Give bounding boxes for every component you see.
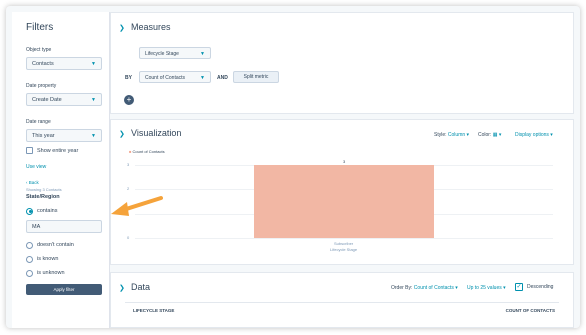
radio-label: doesn't contain bbox=[37, 242, 74, 248]
date-range-select[interactable]: This year ▼ bbox=[26, 129, 102, 142]
radio-label: contains bbox=[37, 208, 58, 214]
add-measure-button[interactable]: + bbox=[124, 95, 134, 105]
collapse-chevron-icon[interactable]: ❯ bbox=[119, 24, 125, 32]
radio-contains[interactable]: contains bbox=[26, 206, 109, 216]
apply-filter-button[interactable]: Apply filter bbox=[26, 284, 102, 295]
order-by-label: Order By: bbox=[391, 285, 413, 291]
dimension-value: Lifecycle Stage bbox=[145, 51, 179, 57]
y-tick-label: 0 bbox=[127, 235, 130, 240]
dimension-select[interactable]: Lifecycle Stage ▼ bbox=[139, 47, 211, 59]
app-window: Filters Object type Contacts ▼ Date prop… bbox=[6, 6, 580, 328]
date-property-value: Create Date bbox=[32, 97, 62, 103]
x-tick-label: Subscriber bbox=[334, 241, 354, 246]
data-card: ❯ Data Order By: Count of Contacts ▾ Up … bbox=[110, 272, 574, 328]
chevron-down-icon: ▼ bbox=[91, 97, 96, 103]
chevron-down-icon: ▼ bbox=[200, 75, 205, 81]
radio-label: is known bbox=[37, 256, 59, 262]
radio-label: is unknown bbox=[37, 270, 65, 276]
filters-sidebar: Filters Object type Contacts ▼ Date prop… bbox=[12, 12, 110, 328]
limit-value: Up to 25 values bbox=[467, 285, 502, 291]
metric-select[interactable]: Count of Contacts ▼ bbox=[139, 71, 211, 83]
date-property-label: Date property bbox=[26, 83, 57, 89]
and-label: AND bbox=[217, 75, 228, 81]
x-axis-label: Lifecycle Stage bbox=[330, 247, 358, 252]
y-tick-label: 2 bbox=[127, 186, 130, 192]
collapse-chevron-icon[interactable]: ❯ bbox=[119, 284, 125, 292]
limit-option[interactable]: Up to 25 values ▾ bbox=[467, 285, 506, 291]
filter-property-title: State/Region bbox=[26, 194, 60, 200]
check-icon[interactable]: ✓ bbox=[515, 283, 523, 291]
radio-button[interactable] bbox=[26, 255, 33, 263]
column-header-lifecycle-stage[interactable]: LIFECYCLE STAGE bbox=[133, 308, 174, 313]
data-title: Data bbox=[131, 282, 151, 292]
contains-value-input[interactable]: MA bbox=[26, 220, 102, 233]
checkbox-box[interactable] bbox=[26, 147, 33, 154]
visualization-card: ❯ Visualization Style: Column ▾ Color: ▦… bbox=[110, 119, 574, 265]
radio-button[interactable] bbox=[26, 241, 33, 249]
show-entire-year-label: Show entire year bbox=[37, 147, 79, 154]
annotation-arrow-icon bbox=[111, 196, 163, 216]
measures-title: Measures bbox=[131, 22, 171, 32]
chart-area: 32103SubscriberLifecycle Stage bbox=[111, 120, 575, 266]
filters-title: Filters bbox=[26, 22, 54, 33]
bar-data-label: 3 bbox=[343, 159, 346, 164]
order-by-option[interactable]: Order By: Count of Contacts ▾ bbox=[391, 285, 458, 291]
metric-value: Count of Contacts bbox=[145, 75, 186, 81]
order-by-value: Count of Contacts bbox=[413, 285, 454, 291]
descending-label: Descending bbox=[527, 284, 554, 290]
chevron-down-icon: ▼ bbox=[200, 51, 205, 57]
chart-bar[interactable] bbox=[254, 165, 434, 238]
radio-button[interactable] bbox=[26, 269, 33, 277]
measures-card: ❯ Measures Lifecycle Stage ▼ BY Count of… bbox=[110, 12, 574, 114]
gridline bbox=[135, 238, 553, 239]
descending-checkbox[interactable]: ✓ Descending bbox=[515, 283, 553, 291]
radio-is-unknown[interactable]: is unknown bbox=[26, 268, 109, 278]
chevron-down-icon: ▾ bbox=[455, 285, 458, 291]
date-property-select[interactable]: Create Date ▼ bbox=[26, 93, 102, 106]
chevron-down-icon: ▼ bbox=[91, 133, 96, 139]
divider bbox=[125, 302, 559, 303]
split-metric-button[interactable]: Split metric bbox=[233, 71, 279, 83]
showing-count: Showing 3 Contacts bbox=[26, 187, 62, 192]
use-view-link[interactable]: Use view bbox=[26, 164, 109, 170]
object-type-value: Contacts bbox=[32, 61, 54, 67]
chevron-down-icon: ▼ bbox=[91, 61, 96, 67]
column-header-count[interactable]: COUNT OF CONTACTS bbox=[506, 308, 555, 313]
radio-button[interactable] bbox=[26, 207, 33, 215]
date-range-value: This year bbox=[32, 133, 55, 139]
object-type-label: Object type bbox=[26, 47, 52, 53]
radio-doesnt-contain[interactable]: doesn't contain bbox=[26, 240, 109, 250]
by-label: BY bbox=[125, 75, 132, 81]
y-tick-label: 3 bbox=[127, 162, 130, 167]
chevron-down-icon: ▾ bbox=[503, 285, 506, 291]
date-range-label: Date range bbox=[26, 119, 51, 125]
object-type-select[interactable]: Contacts ▼ bbox=[26, 57, 102, 70]
radio-is-known[interactable]: is known bbox=[26, 254, 109, 264]
show-entire-year-checkbox[interactable]: Show entire year bbox=[26, 147, 109, 154]
back-link[interactable]: ‹ Back bbox=[26, 180, 109, 185]
